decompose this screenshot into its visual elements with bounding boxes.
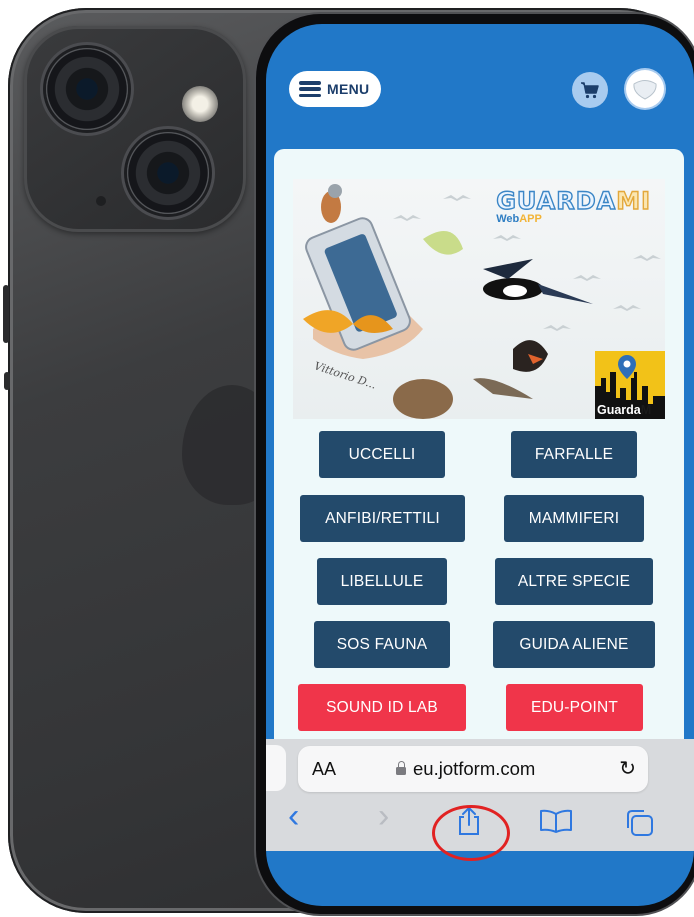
safari-address-zone: AA eu.jotform.com ↻: [266, 739, 694, 797]
action-button: [3, 285, 9, 343]
badge-text: GuardaM: [597, 403, 652, 417]
reload-icon[interactable]: ↻: [619, 756, 636, 781]
mammiferi-button[interactable]: MAMMIFERI: [504, 495, 644, 542]
book-icon: [540, 809, 572, 833]
address-bar[interactable]: AA eu.jotform.com ↻: [298, 746, 648, 792]
share-highlight-circle: [432, 805, 510, 861]
hamburger-icon: [299, 81, 321, 97]
menu-label: MENU: [327, 81, 370, 97]
tabs-icon: [627, 810, 653, 836]
guardami-banner: GUARDAMI WebAPP Vittorio D... GuardaM: [293, 179, 665, 419]
cart-icon: [581, 82, 599, 99]
camera-lens-top: [46, 48, 128, 130]
camera-lens-bottom: [127, 132, 209, 214]
cart-button[interactable]: [572, 72, 608, 108]
url-field[interactable]: eu.jotform.com: [396, 758, 535, 780]
forward-icon[interactable]: ›: [378, 797, 389, 836]
back-icon[interactable]: ‹: [288, 797, 299, 836]
previous-tab-preview[interactable]: [266, 745, 286, 791]
avatar[interactable]: [626, 70, 664, 108]
guardami-badge: GuardaM: [595, 351, 665, 419]
libellule-button[interactable]: LIBELLULE: [317, 558, 447, 605]
banner-title: GUARDAMI: [495, 186, 651, 215]
edu-point-button[interactable]: EDU-POINT: [506, 684, 643, 731]
farfalle-button[interactable]: FARFALLE: [511, 431, 637, 478]
altre-specie-button[interactable]: ALTRE SPECIE: [495, 558, 653, 605]
anfibi-rettili-button[interactable]: ANFIBI/RETTILI: [300, 495, 465, 542]
flash-icon: [182, 86, 218, 122]
volume-button: [4, 372, 10, 390]
guardami-logo: GUARDAMI WebAPP: [495, 186, 651, 225]
lock-icon: [396, 761, 406, 775]
mask-avatar-icon: [633, 80, 657, 100]
guida-aliene-button[interactable]: GUIDA ALIENE: [493, 621, 655, 668]
url-text: eu.jotform.com: [413, 758, 536, 779]
sound-id-lab-button[interactable]: SOUND ID LAB: [298, 684, 466, 731]
uccelli-button[interactable]: UCCELLI: [319, 431, 445, 478]
bookmarks-button[interactable]: [539, 809, 573, 840]
microphone-hole: [96, 196, 106, 206]
text-size-button[interactable]: AA: [312, 759, 336, 780]
tabs-button[interactable]: [624, 809, 654, 844]
phone-screen: MENU GUARDAMI WebAPP Vittorio D... Guard…: [266, 24, 694, 906]
menu-button[interactable]: MENU: [289, 71, 381, 107]
camera-module: [24, 26, 246, 232]
sos-fauna-button[interactable]: SOS FAUNA: [314, 621, 450, 668]
